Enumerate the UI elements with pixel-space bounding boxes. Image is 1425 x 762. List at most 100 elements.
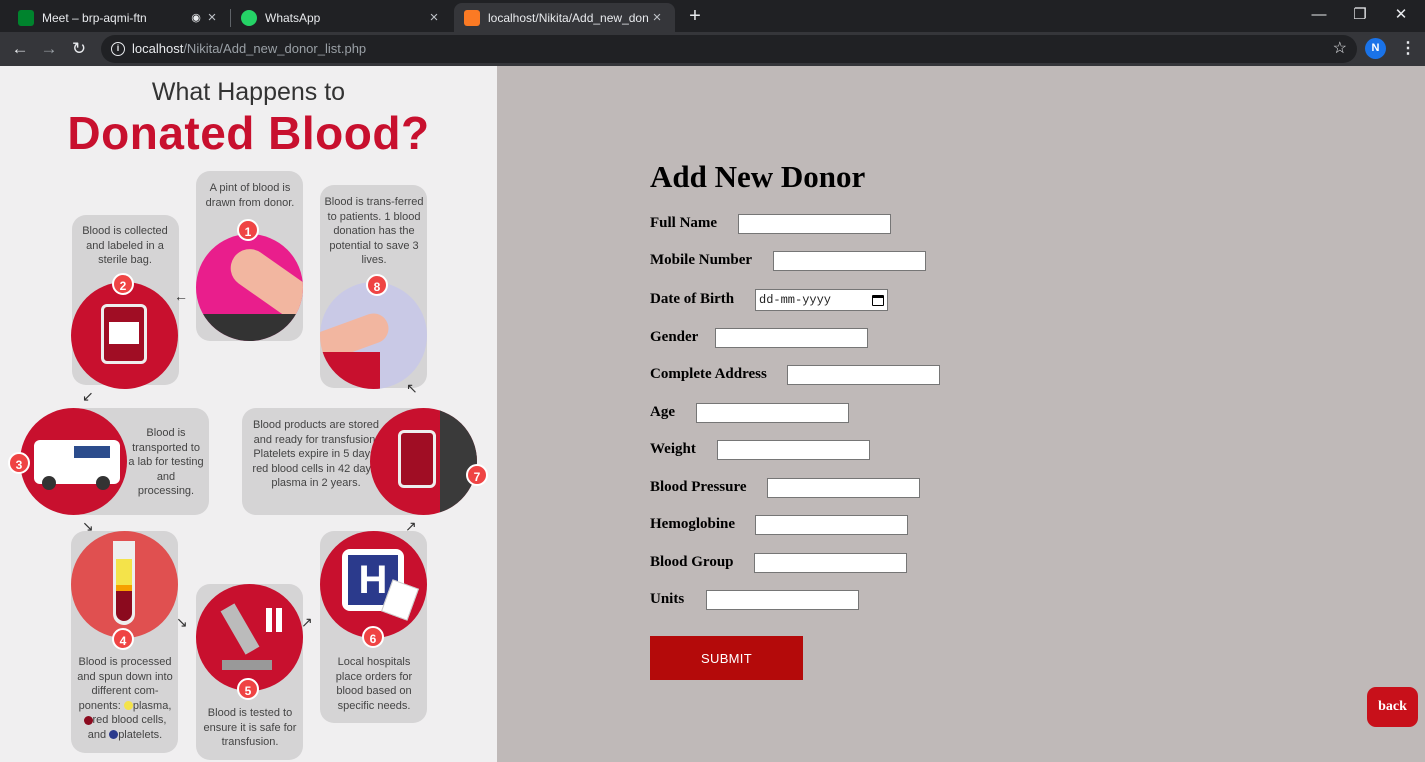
flow-arrow: ↙ bbox=[82, 388, 94, 404]
test-tube-illustration bbox=[71, 531, 178, 638]
platelets-label: platelets. bbox=[118, 728, 163, 741]
complete-address-input[interactable] bbox=[787, 365, 940, 385]
date-of-birth-label: Date of Birth bbox=[650, 290, 735, 307]
mobile-number-label: Mobile Number bbox=[650, 251, 753, 268]
age-input[interactable] bbox=[696, 403, 849, 423]
flow-arrow: ← bbox=[174, 288, 188, 304]
step-4-number: 4 bbox=[112, 628, 134, 650]
browser-toolbar: ← → ↻ i localhost/Nikita/Add_new_donor_l… bbox=[0, 32, 1425, 66]
forward-arrow-icon[interactable]: → bbox=[37, 37, 61, 61]
tab-title: WhatsApp bbox=[265, 10, 321, 25]
page-title: Add New Donor bbox=[650, 159, 866, 194]
infographic-title-line2: Donated Blood? bbox=[67, 107, 430, 159]
blood-bag-illustration bbox=[71, 282, 178, 389]
weight-label: Weight bbox=[650, 440, 696, 457]
step-8-caption: Blood is trans-ferred to patients. 1 blo… bbox=[324, 196, 424, 266]
blood-group-row: Blood Group bbox=[650, 551, 734, 573]
hemoglobine-row: Hemoglobine bbox=[650, 513, 735, 535]
mobile-number-input[interactable] bbox=[773, 251, 926, 271]
blood-pressure-input[interactable] bbox=[767, 478, 920, 498]
full-name-row: Full Name bbox=[650, 212, 717, 234]
age-row: Age bbox=[650, 401, 675, 423]
platelets-dot-icon bbox=[109, 730, 119, 740]
url-text: localhost/Nikita/Add_new_donor_list.php bbox=[132, 41, 366, 56]
hemoglobine-label: Hemoglobine bbox=[650, 515, 735, 532]
tab-add-new-donor[interactable]: localhost/Nikita/Add_new_donor × bbox=[454, 3, 675, 32]
tab-meet[interactable]: Meet – brp-aqmi-ftn ◉ × bbox=[8, 3, 230, 32]
browser-menu-icon[interactable]: ⋮ bbox=[1400, 38, 1416, 59]
info-icon[interactable]: i bbox=[111, 42, 125, 56]
flow-arrow: ↗ bbox=[301, 614, 313, 630]
step-6-caption: Local hospitals place orders for blood b… bbox=[335, 656, 413, 712]
close-window-button[interactable]: ✕ bbox=[1381, 0, 1421, 30]
bookmark-star-icon[interactable]: ☆ bbox=[1333, 38, 1347, 58]
back-button[interactable]: back bbox=[1367, 687, 1418, 727]
tab-strip: Meet – brp-aqmi-ftn ◉ × WhatsApp × local… bbox=[0, 0, 1425, 32]
minimize-button[interactable]: — bbox=[1299, 0, 1339, 30]
donor-arm-illustration bbox=[196, 234, 303, 341]
step-6-number: 6 bbox=[362, 626, 384, 648]
and-label: and bbox=[87, 728, 107, 741]
full-name-label: Full Name bbox=[650, 214, 718, 231]
calendar-icon[interactable] bbox=[872, 294, 884, 306]
ambulance-illustration bbox=[20, 408, 127, 515]
close-tab-icon[interactable]: × bbox=[649, 9, 665, 26]
xampp-icon bbox=[464, 9, 480, 26]
url-host: localhost bbox=[132, 41, 184, 56]
step-3-caption: Blood is transported to a lab for testin… bbox=[128, 427, 204, 497]
mobile-number-row: Mobile Number bbox=[650, 249, 752, 271]
close-tab-icon[interactable]: × bbox=[426, 9, 442, 26]
tab-title: localhost/Nikita/Add_new_donor bbox=[488, 10, 649, 25]
step-7-caption: Blood products are stored and ready for … bbox=[252, 419, 380, 489]
blood-group-label: Blood Group bbox=[650, 553, 734, 570]
flow-arrow: ↖ bbox=[406, 380, 418, 396]
units-input[interactable] bbox=[706, 590, 859, 610]
transfusion-arm-illustration bbox=[320, 282, 427, 389]
units-row: Units bbox=[650, 588, 684, 610]
stored-blood-bag-illustration bbox=[370, 408, 477, 515]
url-path: /Nikita/Add_new_donor_list.php bbox=[183, 41, 367, 56]
reload-icon[interactable]: ↻ bbox=[67, 37, 91, 61]
step-1-caption: A pint of blood is drawn from donor. bbox=[205, 182, 295, 209]
flow-arrow: ↘ bbox=[176, 614, 188, 630]
tab-whatsapp[interactable]: WhatsApp × bbox=[231, 3, 452, 32]
flow-arrow: ↗ bbox=[405, 518, 417, 534]
step-8-number: 8 bbox=[366, 274, 388, 296]
blood-group-input[interactable] bbox=[754, 553, 907, 573]
blood-pressure-label: Blood Pressure bbox=[650, 478, 747, 495]
google-meet-icon bbox=[18, 9, 34, 26]
infographic-title-line1: What Happens to bbox=[151, 78, 346, 106]
microscope-illustration bbox=[196, 584, 303, 691]
weight-row: Weight bbox=[650, 438, 696, 460]
step-2-caption: Blood is collected and labeled in a ster… bbox=[82, 225, 168, 266]
date-placeholder: dd-mm-yyyy bbox=[759, 293, 832, 307]
close-tab-icon[interactable]: × bbox=[204, 9, 220, 26]
back-arrow-icon[interactable]: ← bbox=[8, 37, 32, 61]
step-1-number: 1 bbox=[237, 219, 259, 241]
restore-button[interactable]: ❐ bbox=[1340, 0, 1380, 30]
red-cells-label: red blood cells, bbox=[92, 714, 167, 726]
complete-address-row: Complete Address bbox=[650, 363, 767, 385]
address-bar[interactable]: i localhost/Nikita/Add_new_donor_list.ph… bbox=[101, 35, 1357, 63]
units-label: Units bbox=[650, 590, 685, 607]
hemoglobine-input[interactable] bbox=[755, 515, 908, 535]
gender-label: Gender bbox=[650, 328, 699, 345]
step-7-number: 7 bbox=[466, 464, 488, 486]
gender-row: Gender bbox=[650, 326, 698, 348]
new-tab-button[interactable]: + bbox=[684, 4, 706, 28]
recording-icon: ◉ bbox=[191, 12, 201, 24]
step-5-number: 5 bbox=[237, 678, 259, 700]
red-cells-dot-icon bbox=[83, 715, 93, 725]
step-3-number: 3 bbox=[8, 452, 30, 474]
gender-input[interactable] bbox=[715, 328, 868, 348]
submit-button[interactable]: SUBMIT bbox=[650, 636, 803, 680]
full-name-input[interactable] bbox=[738, 214, 891, 234]
date-of-birth-row: Date of Birth bbox=[650, 288, 734, 310]
plasma-label: plasma, bbox=[132, 699, 172, 712]
flow-arrow: ↘ bbox=[82, 518, 94, 534]
profile-avatar[interactable]: N bbox=[1365, 38, 1386, 59]
tab-title: Meet – brp-aqmi-ftn bbox=[42, 10, 147, 25]
complete-address-label: Complete Address bbox=[650, 365, 767, 382]
date-of-birth-input[interactable]: dd-mm-yyyy bbox=[755, 289, 888, 311]
weight-input[interactable] bbox=[717, 440, 870, 460]
